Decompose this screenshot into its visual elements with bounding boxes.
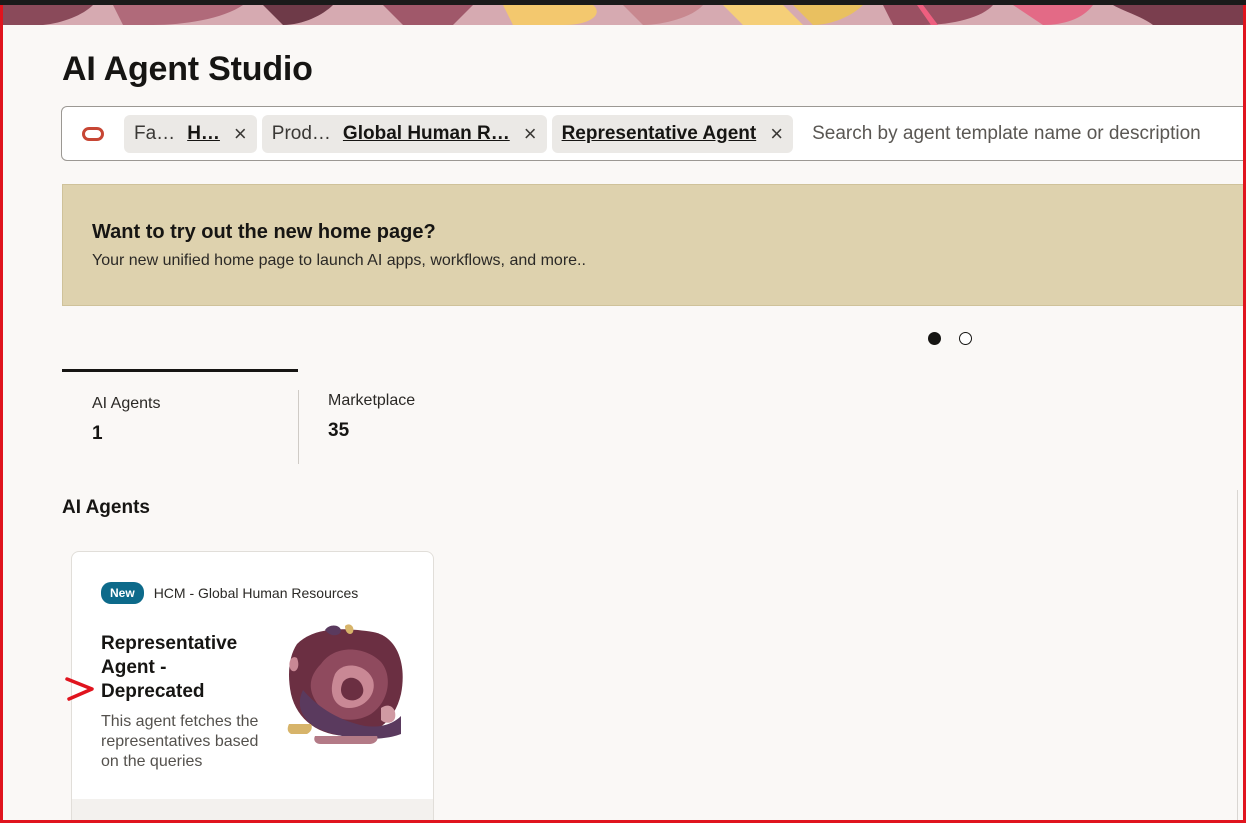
filter-chip-product[interactable]: Prod… Global Human R… ×: [261, 114, 547, 153]
oracle-logo-icon: [82, 126, 104, 141]
annotation-arrow-icon: [65, 677, 94, 701]
chip-value[interactable]: Representative Agent: [562, 123, 757, 145]
carousel-pagination: [928, 332, 972, 345]
agent-illustration-icon: [285, 624, 410, 754]
promo-text: Your new unified home page to launch AI …: [92, 252, 586, 269]
tab-count: 1: [92, 423, 103, 444]
page-title: AI Agent Studio: [62, 50, 313, 88]
close-icon[interactable]: ×: [524, 122, 537, 145]
window-top-edge: [0, 0, 1246, 5]
chip-value[interactable]: Global Human R…: [343, 123, 510, 145]
tab-marketplace[interactable]: Marketplace 35: [298, 369, 534, 464]
chip-key: Fa…: [134, 122, 176, 144]
card-meta: New HCM - Global Human Resources: [101, 582, 358, 604]
tab-count: 35: [328, 420, 350, 441]
status-badge: New: [101, 582, 144, 604]
card-category: HCM - Global Human Resources: [153, 585, 359, 601]
promo-banner[interactable]: Want to try out the new home page? Your …: [62, 184, 1246, 306]
carousel-dot[interactable]: [928, 332, 941, 345]
filter-chip-keyword[interactable]: Representative Agent ×: [551, 114, 794, 153]
chip-key: Prod…: [271, 122, 331, 144]
divider: [1237, 490, 1238, 823]
card-title[interactable]: Representative Agent - Deprecated: [101, 632, 271, 704]
tab-ai-agents[interactable]: AI Agents 1: [62, 369, 298, 464]
section-title: AI Agents: [62, 497, 150, 518]
promo-heading: Want to try out the new home page?: [92, 221, 436, 243]
carousel-dot[interactable]: [959, 332, 972, 345]
tab-label: Marketplace: [328, 392, 416, 409]
agent-card[interactable]: New HCM - Global Human Resources Represe…: [71, 551, 434, 823]
close-icon[interactable]: ×: [234, 122, 247, 145]
search-input[interactable]: [812, 122, 1233, 145]
summary-tabs: AI Agents 1 Marketplace 35: [62, 369, 534, 464]
header-banner-art: [3, 5, 1243, 25]
card-footer: [72, 799, 433, 823]
tab-label: AI Agents: [92, 395, 161, 412]
filter-search-bar[interactable]: Fa… H… × Prod… Global Human R… × Represe…: [61, 106, 1246, 161]
filter-chip-family[interactable]: Fa… H… ×: [124, 114, 257, 153]
close-icon[interactable]: ×: [770, 122, 783, 145]
chip-value[interactable]: H…: [187, 123, 220, 145]
card-description: This agent fetches the representatives b…: [101, 713, 259, 770]
